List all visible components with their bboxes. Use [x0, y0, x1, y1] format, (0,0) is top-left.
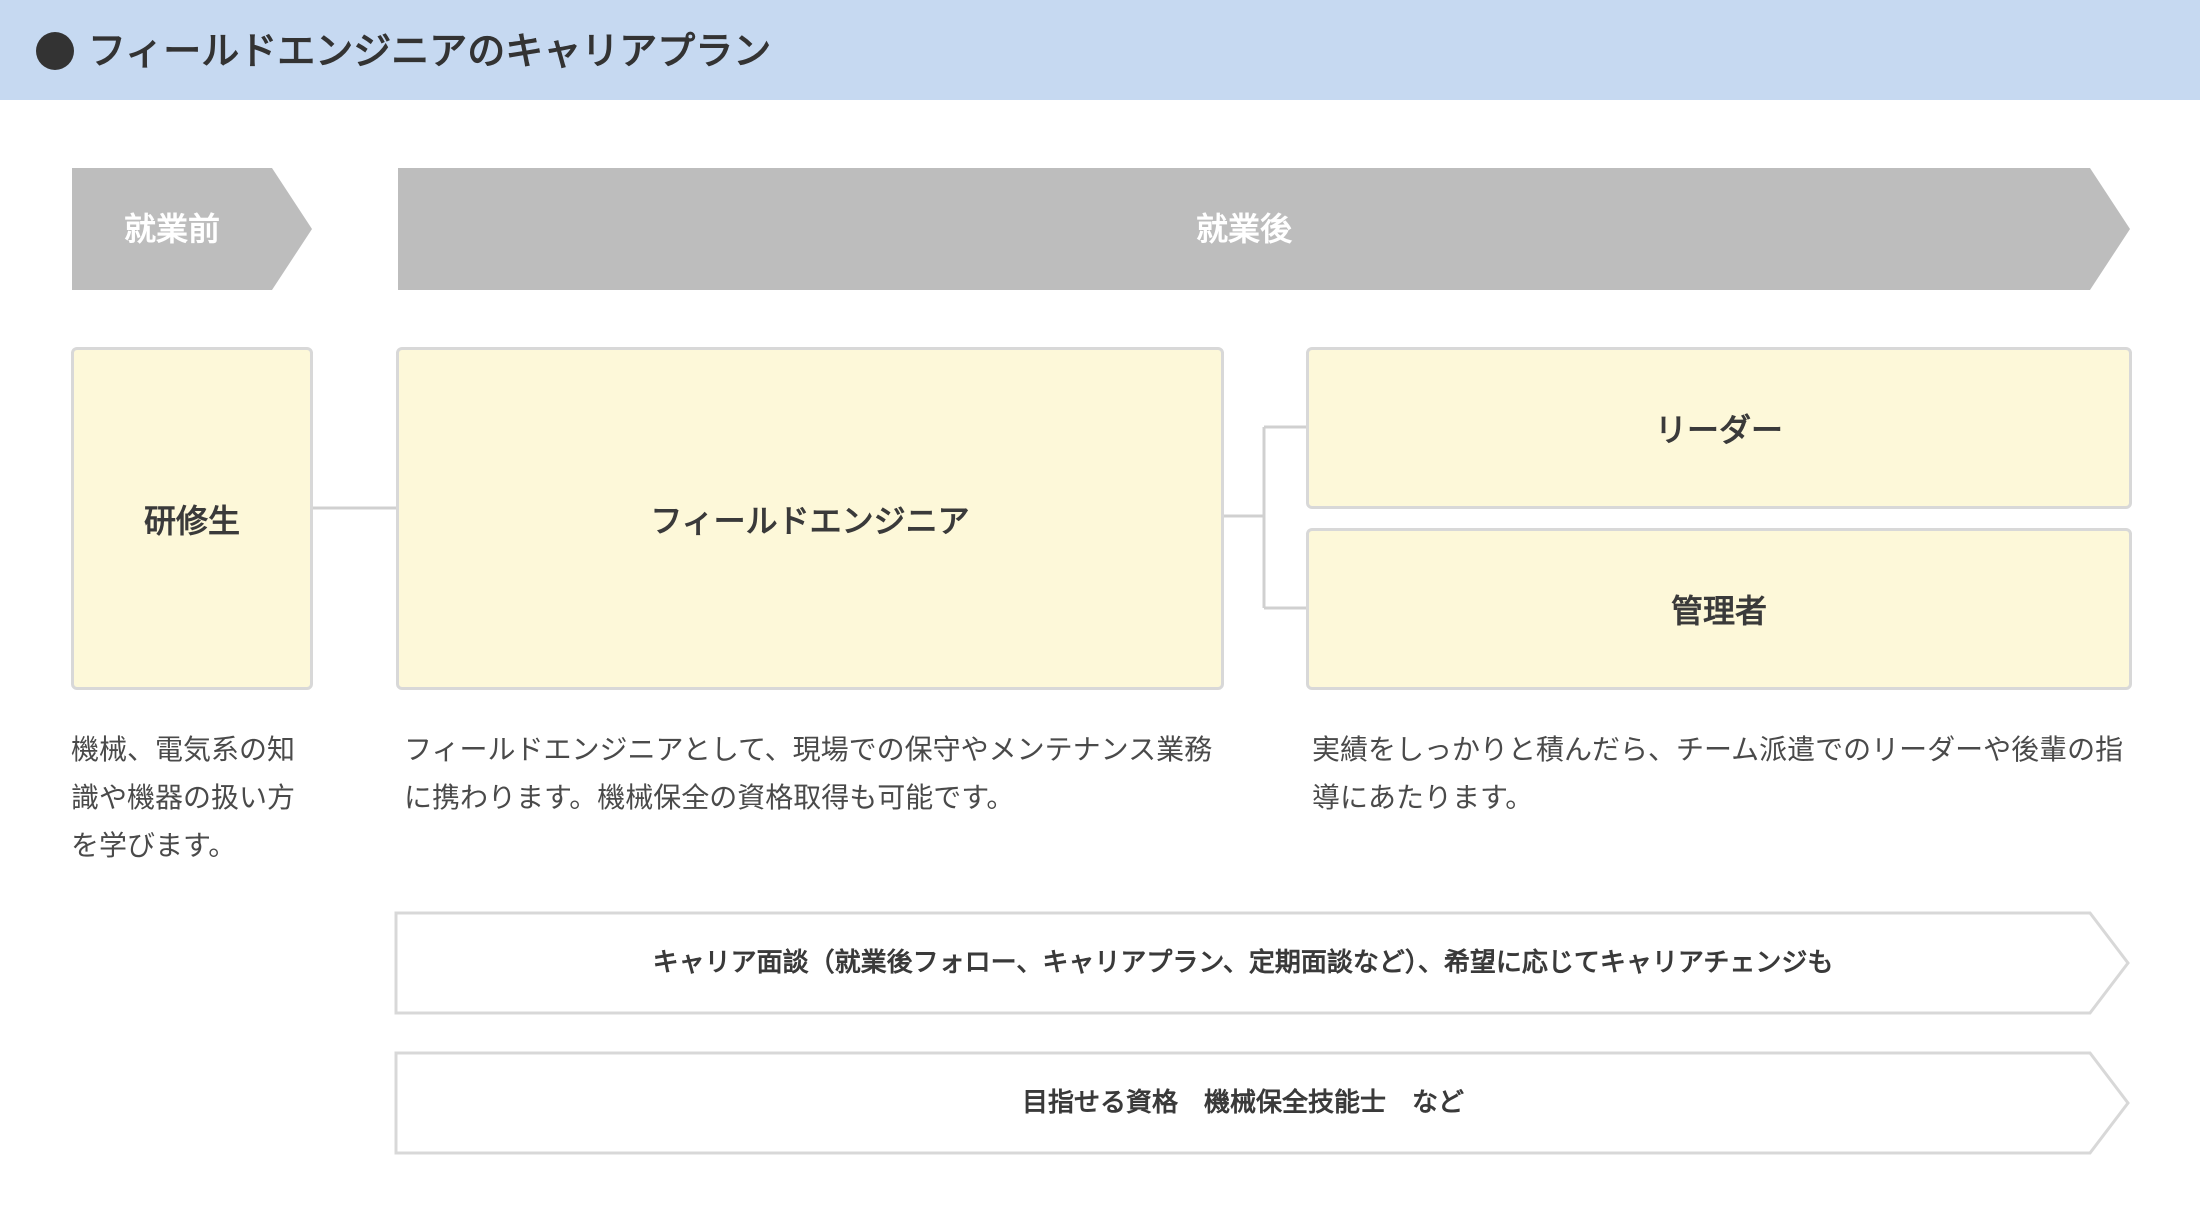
phase-label-after: 就業後 — [1195, 210, 1292, 248]
node-field-engineer: フィールドエンジニア — [396, 347, 1224, 690]
node-leader: リーダー — [1306, 347, 2132, 509]
bullet-icon — [36, 32, 74, 70]
desc-leader-manager: 実績をしっかりと積んだら、チーム派遣でのリーダーや後輩の指導にあたります。 — [1312, 733, 2124, 814]
phase-label-before: 就業前 — [123, 210, 220, 248]
node-trainee: 研修生 — [71, 347, 313, 690]
header-bar: フィールドエンジニアのキャリアプラン — [0, 0, 2200, 100]
page-title: フィールドエンジニアのキャリアプラン — [88, 29, 772, 73]
career-plan-diagram: フィールドエンジニアのキャリアプラン 就業前 就業後 研修生 フィールドエンジニ… — [0, 0, 2200, 1220]
node-manager: 管理者 — [1306, 528, 2132, 690]
band-label-qualifications: 目指せる資格 機械保全技能士 など — [1021, 1088, 1464, 1118]
desc-field-engineer: フィールドエンジニアとして、現場での保守やメンテナンス業務に携わります。機械保全… — [404, 733, 1213, 814]
band-label-career-interview: キャリア面談（就業後フォロー、キャリアプラン、定期面談など）、希望に応じてキャリ… — [652, 948, 1834, 978]
desc-trainee: 機械、電気系の知識や機器の扱い方を学びます。 — [71, 733, 296, 862]
